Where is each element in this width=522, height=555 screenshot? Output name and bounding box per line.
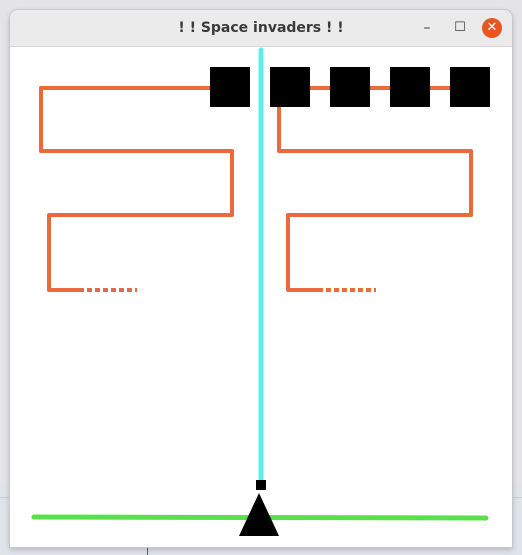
game-canvas[interactable]	[10, 47, 512, 547]
invader	[390, 67, 430, 107]
invader	[270, 67, 310, 107]
invader-trail-right	[277, 86, 473, 292]
triangle-ship-icon[interactable]	[239, 493, 279, 536]
game-scene	[31, 47, 490, 536]
invader	[330, 67, 370, 107]
maximize-icon[interactable]: ☐	[450, 18, 470, 38]
invader	[210, 67, 250, 107]
player-bullet	[256, 480, 266, 490]
close-icon[interactable]: ✕	[482, 18, 502, 38]
minimize-icon[interactable]: –	[417, 18, 437, 38]
invader-trail-left	[39, 86, 234, 292]
invader	[450, 67, 490, 107]
game-window: ! ! Space invaders ! ! – ☐ ✕	[10, 10, 512, 547]
title-bar[interactable]: ! ! Space invaders ! ! – ☐ ✕	[10, 10, 512, 47]
